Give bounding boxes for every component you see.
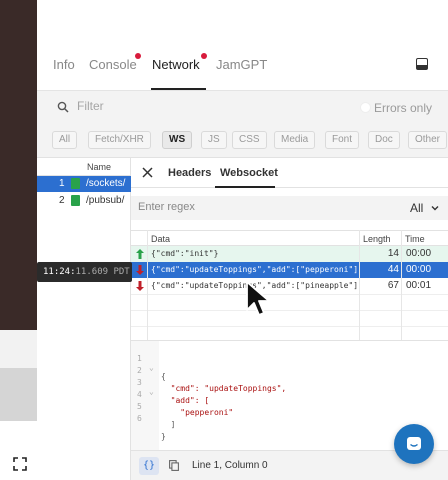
mouse-cursor-icon [246, 281, 270, 316]
code-line: 3 ⌄ "add": [ [131, 369, 448, 405]
code-line: 5 ] [131, 393, 448, 429]
websocket-file-icon [71, 195, 80, 206]
message-length: 67 [387, 280, 399, 291]
tab-websocket[interactable]: Websocket [220, 167, 278, 179]
tab-info[interactable]: Info [53, 57, 75, 72]
message-time: 00:00 [406, 248, 432, 259]
code-line: 1 ⌄ { [131, 345, 448, 381]
column-separator [401, 230, 402, 340]
detail-active-tab-indicator [215, 186, 275, 188]
page-white-region [0, 421, 37, 480]
close-icon[interactable] [142, 167, 153, 178]
errors-only-checkbox[interactable] [360, 102, 371, 113]
message-time: 00:00 [406, 264, 432, 275]
chevron-down-icon[interactable] [431, 204, 439, 212]
line-number: 6 [137, 414, 142, 423]
code-line: 6 } [131, 405, 448, 441]
code-line: 2 "cmd": "updateToppings", [131, 357, 448, 393]
type-filter-bar: All Fetch/XHR WS JS CSS Media Font Doc O… [37, 124, 448, 158]
received-arrow-icon [136, 265, 144, 275]
request-number: 2 [59, 195, 65, 206]
tab-network[interactable]: Network [152, 57, 200, 72]
filter-chip-media[interactable]: Media [274, 131, 316, 149]
message-data: {"cmd":"updateToppings","add":["pepperon… [151, 265, 359, 274]
filter-chip-ws[interactable]: WS [162, 131, 193, 149]
filter-chip-fetch-xhr[interactable]: Fetch/XHR [88, 131, 151, 149]
devtools-tabbar: Info Console Network JamGPT [37, 38, 448, 90]
filter-input[interactable] [77, 99, 277, 113]
code-line: 4 "pepperoni" [131, 381, 448, 417]
message-data: {"cmd":"init"} [151, 249, 219, 258]
message-time: 00:01 [406, 280, 432, 291]
time-column-header[interactable]: Time [405, 234, 425, 244]
length-column-header[interactable]: Length [363, 234, 391, 244]
timestamp-tooltip: 11:24:11.609 PDT [37, 262, 132, 282]
page-gray-region [0, 368, 37, 421]
tab-console[interactable]: Console [89, 57, 137, 72]
filter-chip-doc[interactable]: Doc [368, 131, 400, 149]
code-text: } [161, 432, 166, 441]
network-badge [201, 53, 207, 59]
request-row[interactable]: 2 /pubsub/ [37, 193, 131, 209]
page-dark-region [0, 0, 37, 330]
direction-select[interactable]: All [410, 201, 423, 215]
filter-chip-other[interactable]: Other [408, 131, 448, 149]
request-list: Name 1 /sockets/ 2 /pubsub/ [37, 158, 131, 480]
dock-bottom-icon[interactable] [416, 58, 428, 70]
copy-icon[interactable] [169, 460, 179, 471]
message-length: 14 [387, 248, 399, 259]
filter-chip-js[interactable]: JS [201, 131, 227, 149]
message-length: 44 [387, 264, 399, 275]
request-row[interactable]: 1 /sockets/ [37, 176, 131, 192]
tab-headers[interactable]: Headers [168, 167, 211, 179]
cursor-position: Line 1, Column 0 [192, 460, 268, 471]
name-column-header[interactable]: Name [87, 162, 111, 172]
column-separator [147, 230, 148, 340]
page-background-strip [0, 0, 37, 480]
websocket-file-icon [71, 178, 80, 189]
request-name: /sockets/ [86, 178, 126, 189]
filter-chip-all[interactable]: All [52, 131, 78, 149]
chat-icon [407, 437, 421, 450]
tab-jamgpt[interactable]: JamGPT [216, 57, 267, 72]
console-badge [135, 53, 141, 59]
request-name: /pubsub/ [86, 195, 125, 206]
request-list-header: Name [37, 158, 131, 176]
filter-chip-css[interactable]: CSS [232, 131, 267, 149]
detail-tabbar: Headers Websocket [131, 158, 448, 188]
search-icon [57, 101, 69, 113]
request-number: 1 [59, 178, 65, 189]
filter-chip-font[interactable]: Font [325, 131, 360, 149]
regex-bar: All [131, 196, 448, 220]
fullscreen-icon[interactable] [13, 457, 27, 471]
timestamp-main: 11:24: [43, 267, 76, 277]
filter-bar: Errors only [37, 90, 448, 124]
pretty-print-button[interactable]: {} [139, 457, 159, 475]
received-arrow-icon [136, 281, 144, 291]
app-root: Info Console Network JamGPT Errors only … [0, 0, 448, 480]
data-column-header[interactable]: Data [151, 234, 170, 244]
sent-arrow-icon [136, 249, 144, 259]
messages-table: Data Length Time {"cmd":"init"} 14 00:00 [131, 230, 448, 340]
timestamp-detail: 11.609 PDT [75, 267, 130, 277]
column-separator [359, 230, 360, 340]
chat-button[interactable] [394, 424, 434, 464]
regex-input[interactable] [138, 201, 338, 213]
page-light-region [0, 330, 37, 368]
devtools-panel: Info Console Network JamGPT Errors only … [37, 0, 448, 480]
errors-only-label: Errors only [374, 101, 433, 115]
